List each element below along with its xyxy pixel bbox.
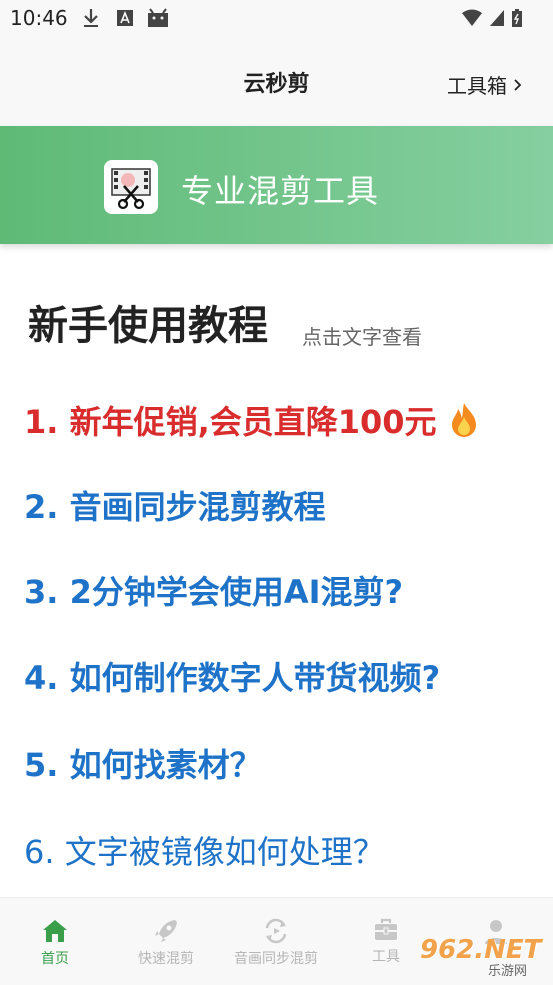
status-icons xyxy=(461,8,523,28)
nav-home[interactable]: 首页 xyxy=(25,898,85,985)
battery-icon xyxy=(512,9,522,27)
tutorial-item-5[interactable]: 5. 如何找素材？ xyxy=(24,740,262,786)
app-header: 云秒剪 工具箱 xyxy=(0,38,553,126)
toolbox-label: 工具箱 xyxy=(447,74,507,98)
sync-icon xyxy=(265,918,287,944)
nav-tools[interactable]: 工具 xyxy=(356,898,416,985)
status-time: 10:46 xyxy=(10,6,68,30)
scissors-film-icon xyxy=(111,168,151,210)
watermark-sub: 乐游网 xyxy=(488,964,528,979)
tutorial-title: 新手使用教程 xyxy=(28,303,268,349)
nav-label: 工具 xyxy=(372,949,400,965)
toolbox-icon xyxy=(375,918,397,940)
fire-icon xyxy=(451,403,476,437)
tutorial-item-6[interactable]: 6. 文字被镜像如何处理？ xyxy=(24,827,385,873)
tutorial-item-1[interactable]: 1. 新年促销,会员直降100元 xyxy=(24,397,480,443)
tutorial-hint: 点击文字查看 xyxy=(302,325,422,349)
feature-banner[interactable]: 专业混剪工具 xyxy=(0,126,553,244)
wifi-icon xyxy=(462,9,482,26)
home-icon xyxy=(43,920,67,942)
nav-label: 首页 xyxy=(41,951,69,967)
tutorial-item-2[interactable]: 2. 音画同步混剪教程 xyxy=(24,482,326,528)
signal-icon xyxy=(490,10,504,26)
tutorial-item-text: 1. 新年促销,会员直降100元 xyxy=(24,403,437,441)
download-icon xyxy=(84,9,98,27)
tutorial-item-4[interactable]: 4. 如何制作数字人带货视频? xyxy=(24,653,440,699)
rocket-icon xyxy=(155,920,177,942)
keyboard-a-icon xyxy=(117,10,133,26)
nav-sync-mix[interactable]: 音画同步混剪 xyxy=(228,898,324,985)
nav-quick-mix[interactable]: 快速混剪 xyxy=(128,898,204,985)
toolbox-link[interactable]: 工具箱 xyxy=(447,70,523,99)
android-icon xyxy=(148,8,168,27)
status-bar: 10:46 xyxy=(0,0,553,38)
banner-text: 专业混剪工具 xyxy=(181,172,380,210)
tutorial-item-3[interactable]: 3. 2分钟学会使用AI混剪? xyxy=(24,567,403,613)
app-logo xyxy=(104,160,158,214)
nav-label: 音画同步混剪 xyxy=(234,951,318,967)
chevron-right-icon xyxy=(514,78,522,91)
nav-label: 快速混剪 xyxy=(138,951,194,967)
